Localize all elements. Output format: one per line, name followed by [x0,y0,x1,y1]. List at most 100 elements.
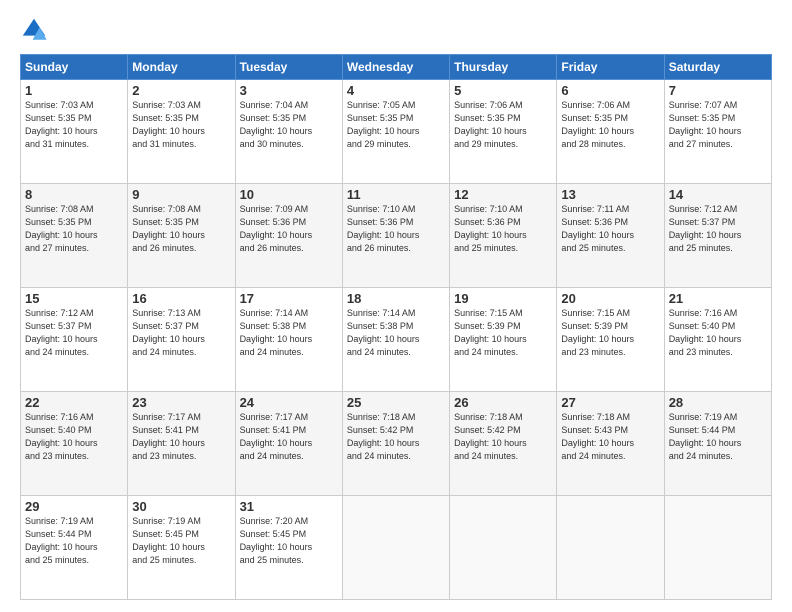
calendar-table: SundayMondayTuesdayWednesdayThursdayFrid… [20,54,772,600]
day-info: Sunrise: 7:08 AM Sunset: 5:35 PM Dayligh… [132,203,230,255]
calendar-cell: 31Sunrise: 7:20 AM Sunset: 5:45 PM Dayli… [235,496,342,600]
day-number: 29 [25,499,123,514]
day-info: Sunrise: 7:16 AM Sunset: 5:40 PM Dayligh… [25,411,123,463]
day-info: Sunrise: 7:05 AM Sunset: 5:35 PM Dayligh… [347,99,445,151]
page: SundayMondayTuesdayWednesdayThursdayFrid… [0,0,792,612]
calendar-body: 1Sunrise: 7:03 AM Sunset: 5:35 PM Daylig… [21,80,772,600]
logo [20,16,52,44]
day-number: 8 [25,187,123,202]
day-info: Sunrise: 7:08 AM Sunset: 5:35 PM Dayligh… [25,203,123,255]
calendar-cell: 23Sunrise: 7:17 AM Sunset: 5:41 PM Dayli… [128,392,235,496]
day-number: 6 [561,83,659,98]
day-info: Sunrise: 7:19 AM Sunset: 5:45 PM Dayligh… [132,515,230,567]
calendar-cell: 1Sunrise: 7:03 AM Sunset: 5:35 PM Daylig… [21,80,128,184]
day-info: Sunrise: 7:17 AM Sunset: 5:41 PM Dayligh… [240,411,338,463]
calendar-cell: 25Sunrise: 7:18 AM Sunset: 5:42 PM Dayli… [342,392,449,496]
day-info: Sunrise: 7:13 AM Sunset: 5:37 PM Dayligh… [132,307,230,359]
day-number: 27 [561,395,659,410]
calendar-week-1: 1Sunrise: 7:03 AM Sunset: 5:35 PM Daylig… [21,80,772,184]
calendar-cell: 4Sunrise: 7:05 AM Sunset: 5:35 PM Daylig… [342,80,449,184]
day-info: Sunrise: 7:12 AM Sunset: 5:37 PM Dayligh… [25,307,123,359]
calendar-cell: 5Sunrise: 7:06 AM Sunset: 5:35 PM Daylig… [450,80,557,184]
day-info: Sunrise: 7:14 AM Sunset: 5:38 PM Dayligh… [240,307,338,359]
weekday-header-monday: Monday [128,55,235,80]
calendar-cell: 12Sunrise: 7:10 AM Sunset: 5:36 PM Dayli… [450,184,557,288]
day-number: 25 [347,395,445,410]
day-info: Sunrise: 7:11 AM Sunset: 5:36 PM Dayligh… [561,203,659,255]
calendar-cell: 6Sunrise: 7:06 AM Sunset: 5:35 PM Daylig… [557,80,664,184]
day-info: Sunrise: 7:17 AM Sunset: 5:41 PM Dayligh… [132,411,230,463]
day-number: 9 [132,187,230,202]
day-info: Sunrise: 7:10 AM Sunset: 5:36 PM Dayligh… [347,203,445,255]
day-number: 4 [347,83,445,98]
day-info: Sunrise: 7:12 AM Sunset: 5:37 PM Dayligh… [669,203,767,255]
calendar-cell: 22Sunrise: 7:16 AM Sunset: 5:40 PM Dayli… [21,392,128,496]
weekday-header-wednesday: Wednesday [342,55,449,80]
calendar-cell: 17Sunrise: 7:14 AM Sunset: 5:38 PM Dayli… [235,288,342,392]
header [20,16,772,44]
calendar-cell: 3Sunrise: 7:04 AM Sunset: 5:35 PM Daylig… [235,80,342,184]
logo-icon [20,16,48,44]
day-info: Sunrise: 7:18 AM Sunset: 5:43 PM Dayligh… [561,411,659,463]
calendar-cell: 21Sunrise: 7:16 AM Sunset: 5:40 PM Dayli… [664,288,771,392]
calendar-cell: 24Sunrise: 7:17 AM Sunset: 5:41 PM Dayli… [235,392,342,496]
calendar-week-3: 15Sunrise: 7:12 AM Sunset: 5:37 PM Dayli… [21,288,772,392]
day-number: 26 [454,395,552,410]
calendar-week-4: 22Sunrise: 7:16 AM Sunset: 5:40 PM Dayli… [21,392,772,496]
day-number: 31 [240,499,338,514]
calendar-cell: 10Sunrise: 7:09 AM Sunset: 5:36 PM Dayli… [235,184,342,288]
calendar-cell: 18Sunrise: 7:14 AM Sunset: 5:38 PM Dayli… [342,288,449,392]
calendar-cell: 7Sunrise: 7:07 AM Sunset: 5:35 PM Daylig… [664,80,771,184]
calendar-cell: 9Sunrise: 7:08 AM Sunset: 5:35 PM Daylig… [128,184,235,288]
calendar-week-2: 8Sunrise: 7:08 AM Sunset: 5:35 PM Daylig… [21,184,772,288]
calendar-cell: 27Sunrise: 7:18 AM Sunset: 5:43 PM Dayli… [557,392,664,496]
calendar-cell: 11Sunrise: 7:10 AM Sunset: 5:36 PM Dayli… [342,184,449,288]
day-number: 5 [454,83,552,98]
day-info: Sunrise: 7:03 AM Sunset: 5:35 PM Dayligh… [25,99,123,151]
day-number: 15 [25,291,123,306]
day-info: Sunrise: 7:07 AM Sunset: 5:35 PM Dayligh… [669,99,767,151]
day-number: 16 [132,291,230,306]
calendar-cell: 13Sunrise: 7:11 AM Sunset: 5:36 PM Dayli… [557,184,664,288]
day-info: Sunrise: 7:06 AM Sunset: 5:35 PM Dayligh… [561,99,659,151]
day-number: 10 [240,187,338,202]
weekday-header-friday: Friday [557,55,664,80]
day-number: 7 [669,83,767,98]
calendar-week-5: 29Sunrise: 7:19 AM Sunset: 5:44 PM Dayli… [21,496,772,600]
day-info: Sunrise: 7:14 AM Sunset: 5:38 PM Dayligh… [347,307,445,359]
day-number: 20 [561,291,659,306]
calendar-cell: 14Sunrise: 7:12 AM Sunset: 5:37 PM Dayli… [664,184,771,288]
weekday-header-thursday: Thursday [450,55,557,80]
day-info: Sunrise: 7:09 AM Sunset: 5:36 PM Dayligh… [240,203,338,255]
day-info: Sunrise: 7:18 AM Sunset: 5:42 PM Dayligh… [347,411,445,463]
calendar-header: SundayMondayTuesdayWednesdayThursdayFrid… [21,55,772,80]
day-number: 12 [454,187,552,202]
calendar-cell [450,496,557,600]
calendar-cell: 20Sunrise: 7:15 AM Sunset: 5:39 PM Dayli… [557,288,664,392]
day-info: Sunrise: 7:20 AM Sunset: 5:45 PM Dayligh… [240,515,338,567]
calendar-cell [342,496,449,600]
day-number: 17 [240,291,338,306]
day-info: Sunrise: 7:19 AM Sunset: 5:44 PM Dayligh… [669,411,767,463]
calendar-cell: 26Sunrise: 7:18 AM Sunset: 5:42 PM Dayli… [450,392,557,496]
day-number: 2 [132,83,230,98]
calendar-cell: 16Sunrise: 7:13 AM Sunset: 5:37 PM Dayli… [128,288,235,392]
calendar-cell: 15Sunrise: 7:12 AM Sunset: 5:37 PM Dayli… [21,288,128,392]
day-info: Sunrise: 7:19 AM Sunset: 5:44 PM Dayligh… [25,515,123,567]
calendar-cell [664,496,771,600]
day-info: Sunrise: 7:18 AM Sunset: 5:42 PM Dayligh… [454,411,552,463]
day-info: Sunrise: 7:04 AM Sunset: 5:35 PM Dayligh… [240,99,338,151]
day-number: 30 [132,499,230,514]
day-number: 14 [669,187,767,202]
calendar-cell [557,496,664,600]
calendar-cell: 28Sunrise: 7:19 AM Sunset: 5:44 PM Dayli… [664,392,771,496]
day-info: Sunrise: 7:16 AM Sunset: 5:40 PM Dayligh… [669,307,767,359]
calendar-cell: 19Sunrise: 7:15 AM Sunset: 5:39 PM Dayli… [450,288,557,392]
weekday-header-saturday: Saturday [664,55,771,80]
weekday-header-sunday: Sunday [21,55,128,80]
header-row: SundayMondayTuesdayWednesdayThursdayFrid… [21,55,772,80]
day-number: 24 [240,395,338,410]
calendar-cell: 30Sunrise: 7:19 AM Sunset: 5:45 PM Dayli… [128,496,235,600]
day-number: 22 [25,395,123,410]
calendar-cell: 2Sunrise: 7:03 AM Sunset: 5:35 PM Daylig… [128,80,235,184]
